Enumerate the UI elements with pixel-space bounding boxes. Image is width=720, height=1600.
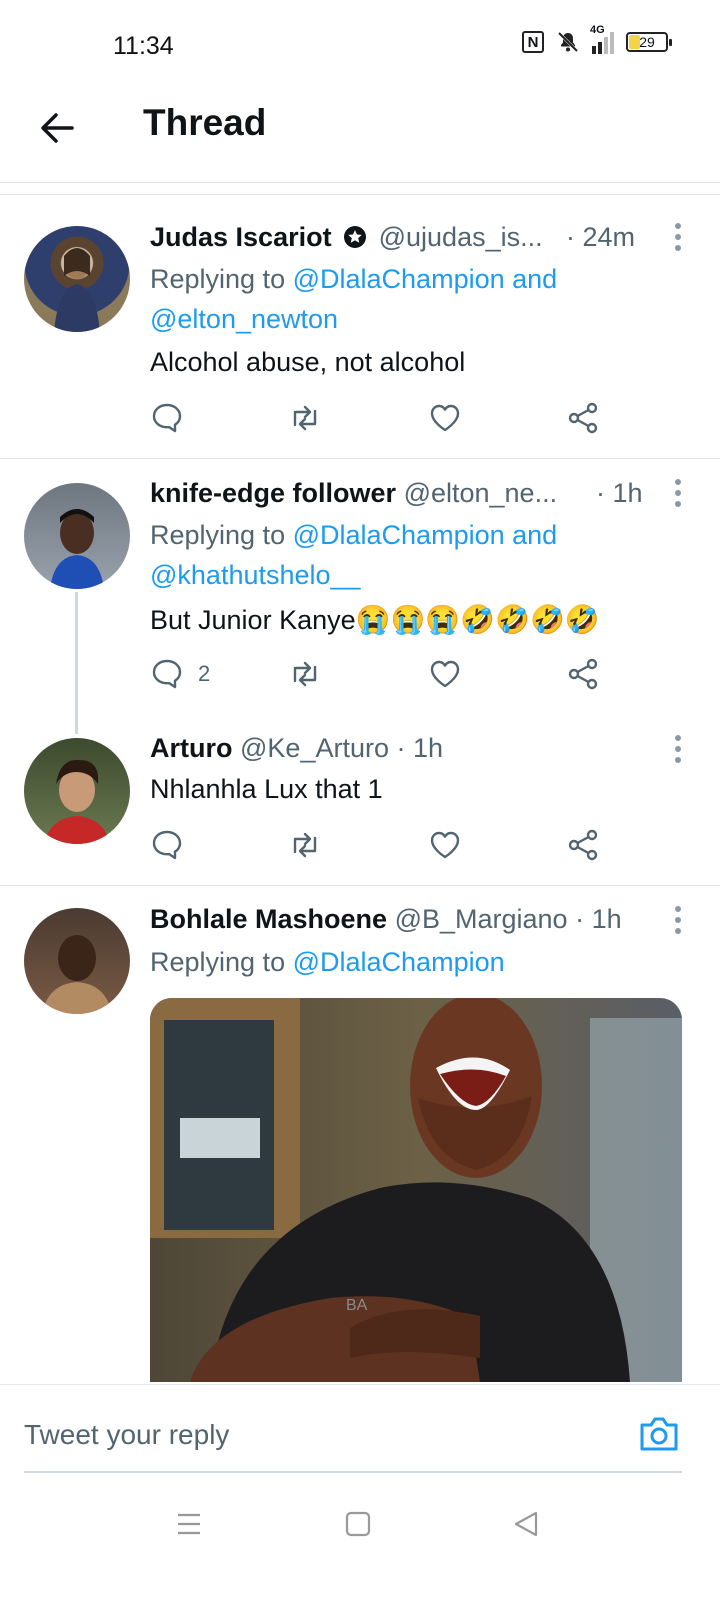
tweet-time: · 24m [566,222,636,252]
more-options-icon[interactable] [674,734,682,764]
camera-icon[interactable] [638,1413,680,1455]
tweet-time: · 1h [396,733,444,763]
share-icon [568,402,598,434]
tweet-time: · 1h [575,904,622,934]
share-button[interactable] [566,398,600,438]
replying-to: Replying to @DlalaChampion and @khathuts… [150,520,558,590]
thread-header: Thread [0,90,720,183]
tweet-author-handle[interactable]: @ujudas_is... [379,222,543,252]
tweet-time: · 1h [596,478,643,508]
avatar[interactable] [24,738,130,844]
retweet-button[interactable] [288,825,322,865]
home-icon[interactable] [344,1510,372,1538]
retweet-button[interactable] [288,398,322,438]
share-icon [568,829,598,861]
share-button[interactable] [566,654,600,694]
reply-icon [152,659,182,689]
tweet-media-image[interactable]: BA [150,998,682,1382]
tweet-actions [150,825,620,865]
retweet-icon [293,405,317,431]
network-type: 4G [590,24,605,36]
tweet-text: But Junior Kanye😭😭😭🤣🤣🤣🤣 [150,604,600,635]
like-button[interactable] [428,654,462,694]
retweet-icon [293,661,317,687]
tweet-author-name[interactable]: Arturo [150,733,233,763]
tweet-author-name[interactable]: knife-edge follower [150,478,396,508]
heart-icon [430,660,460,688]
composer-underline [24,1471,682,1473]
tweet-author-handle[interactable]: @elton_ne... [404,478,558,508]
battery-level: 29 [639,34,655,50]
reply-input[interactable]: Tweet your reply [24,1419,229,1451]
verified-badge-icon [344,226,367,248]
divider [0,458,720,459]
replying-to: Replying to @DlalaChampion [150,947,505,977]
heart-icon [430,831,460,859]
more-options-icon[interactable] [674,905,682,935]
tweet-author-handle[interactable]: @B_Margiano [395,904,568,934]
signal-icon: 4G [590,24,614,54]
share-icon [568,658,598,690]
reply-icon [152,403,182,433]
reply-button[interactable] [150,825,184,865]
more-options-icon[interactable] [674,478,682,508]
retweet-button[interactable] [288,654,322,694]
system-navigation-bar [0,1480,720,1600]
tweet-text: Alcohol abuse, not alcohol [150,347,466,377]
like-button[interactable] [428,398,462,438]
replying-to: Replying to @DlalaChampion and @elton_ne… [150,264,558,334]
tweet-text: Nhlanhla Lux that 1 [150,774,383,804]
mention-link[interactable]: @DlalaChampion [293,947,505,977]
thread-connector [75,592,78,734]
tweet-emojis: 😭😭😭🤣🤣🤣🤣 [355,604,600,635]
tweet-actions [150,398,620,438]
divider [0,885,720,886]
avatar[interactable] [24,908,130,1014]
status-time: 11:34 [113,32,174,60]
menu-icon[interactable] [175,1510,203,1538]
avatar[interactable] [24,483,130,589]
battery-icon: 29 [626,32,672,52]
back-arrow-icon[interactable] [36,108,76,148]
like-button[interactable] [428,825,462,865]
back-nav-icon[interactable] [512,1510,540,1538]
nfc-icon: N [522,31,544,53]
retweet-icon [293,832,317,858]
reply-icon [152,830,182,860]
reply-button[interactable]: 2 [150,654,210,694]
heart-icon [430,404,460,432]
bell-muted-icon [557,31,579,53]
page-title: Thread [143,102,267,143]
tweet-author-name[interactable]: Judas Iscariot [150,222,332,252]
status-bar: 11:34 N 4G 29 [0,0,720,90]
share-button[interactable] [566,825,600,865]
reply-composer: Tweet your reply [0,1384,720,1481]
more-options-icon[interactable] [674,222,682,252]
reply-count: 2 [198,661,211,686]
reply-button[interactable] [150,398,184,438]
divider [0,194,720,195]
tweet-author-handle[interactable]: @Ke_Arturo [240,733,389,763]
shirt-logo-text: BA [346,1297,368,1314]
tweet-actions: 2 [150,654,620,694]
avatar[interactable] [24,226,130,332]
tweet-author-name[interactable]: Bohlale Mashoene [150,904,387,934]
